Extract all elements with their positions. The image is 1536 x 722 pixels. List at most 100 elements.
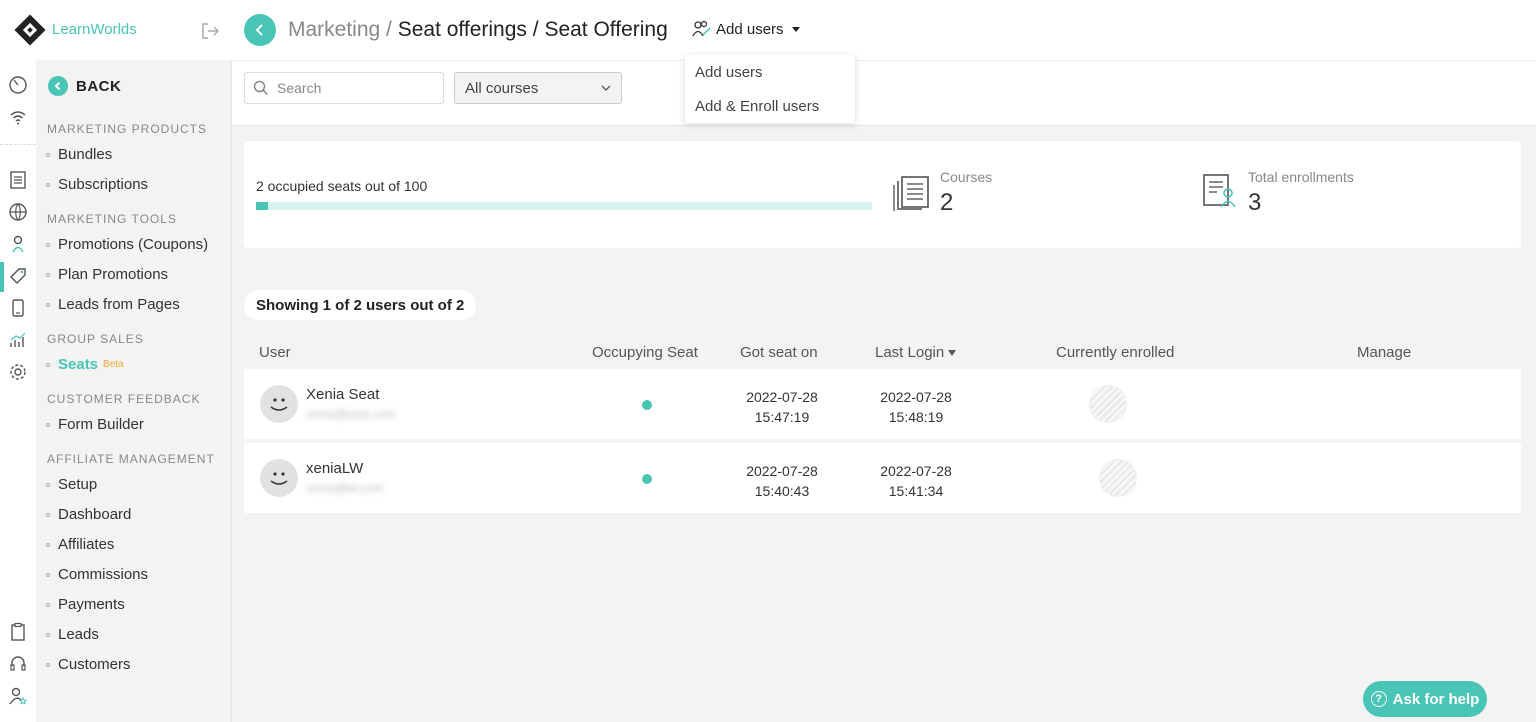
table-row[interactable]: Xenia Seat xenia@seat.com 2022-07-28 15:4…: [244, 369, 1521, 439]
column-header-currently-enrolled: Currently enrolled: [1056, 344, 1175, 361]
breadcrumb-separator: /: [526, 18, 545, 41]
sidebar-item-bundles[interactable]: Bundles: [46, 146, 112, 163]
column-header-last-login[interactable]: Last Login: [875, 344, 957, 361]
user-name[interactable]: Xenia Seat: [306, 386, 379, 403]
occupying-seat-indicator: [642, 474, 652, 484]
section-title-marketing-products: MARKETING PRODUCTS: [47, 122, 208, 136]
seats-progress-bar: [256, 202, 872, 210]
sidebar-item-payments[interactable]: Payments: [46, 596, 125, 613]
page-title: Seat Offering: [544, 18, 668, 41]
search-input[interactable]: [277, 80, 427, 96]
breadcrumb-marketing[interactable]: Marketing: [288, 18, 380, 41]
enrolled-courses-placeholder[interactable]: [1089, 385, 1127, 423]
sidebar-item-label: Bundles: [58, 146, 113, 163]
breadcrumb: Marketing / Seat offerings / Seat Offeri…: [288, 18, 668, 42]
enrolled-courses-placeholder[interactable]: [1099, 459, 1137, 497]
column-header-user: User: [259, 344, 291, 361]
seats-stats-card: 2 occupied seats out of 100 Courses 2 To…: [244, 141, 1521, 248]
last-login-time: 15:48:19: [888, 409, 944, 425]
seat-date-day: 2022-07-28: [746, 463, 818, 479]
settings-icon[interactable]: [8, 362, 28, 382]
sidebar-item-seats[interactable]: Seats Beta: [46, 356, 124, 373]
sidebar-item-label: Leads: [58, 626, 99, 643]
sidebar-item-dashboard[interactable]: Dashboard: [46, 506, 131, 523]
beta-badge: Beta: [103, 359, 124, 370]
last-login-day: 2022-07-28: [880, 389, 952, 405]
sidebar-item-subscriptions[interactable]: Subscriptions: [46, 176, 148, 193]
sidebar-item-form-builder[interactable]: Form Builder: [46, 416, 144, 433]
tag-icon[interactable]: [8, 266, 28, 286]
learnworlds-logo-icon[interactable]: [14, 14, 46, 46]
back-circle-button[interactable]: [244, 14, 276, 46]
globe-icon[interactable]: [8, 202, 28, 222]
seat-date: 2022-07-28 15:47:19: [732, 387, 832, 427]
last-login: 2022-07-28 15:48:19: [866, 387, 966, 427]
breadcrumb-seat-offerings[interactable]: Seat offerings: [398, 18, 527, 41]
pages-icon[interactable]: [8, 170, 28, 190]
sidebar-item-leads-from-pages[interactable]: Leads from Pages: [46, 296, 180, 313]
enrollments-icon: [1203, 174, 1236, 208]
back-button[interactable]: BACK: [48, 76, 121, 96]
breadcrumb-separator: /: [380, 18, 398, 41]
analytics-icon[interactable]: [8, 330, 28, 350]
occupying-seat-indicator: [642, 400, 652, 410]
sidebar-item-plan-promotions[interactable]: Plan Promotions: [46, 266, 168, 283]
sidebar-item-commissions[interactable]: Commissions: [46, 566, 148, 583]
add-users-icon: [692, 20, 711, 37]
sidebar-item-label: Customers: [58, 656, 131, 673]
sidebar-item-label: Setup: [58, 476, 98, 493]
smiley-avatar-icon: [270, 472, 288, 485]
add-users-label: Add users: [716, 20, 784, 38]
clipboard-icon[interactable]: [8, 622, 28, 642]
avatar: [260, 385, 298, 423]
user-star-icon[interactable]: [8, 686, 28, 706]
speedometer-icon[interactable]: [8, 75, 28, 95]
column-header-got-seat-on: Got seat on: [740, 344, 818, 361]
sidebar-item-customers[interactable]: Customers: [46, 656, 131, 673]
seat-date-time: 15:47:19: [754, 409, 810, 425]
rail-divider: [0, 144, 36, 145]
sidebar-item-promotions[interactable]: Promotions (Coupons): [46, 236, 208, 253]
user-name[interactable]: xeniaLW: [306, 460, 363, 477]
section-title-customer-feedback: CUSTOMER FEEDBACK: [47, 392, 201, 406]
sidebar-item-label: Subscriptions: [58, 176, 149, 193]
add-users-dropdown-button[interactable]: Add users: [692, 20, 800, 38]
chevron-left-icon: [48, 76, 68, 96]
sidebar-item-label: Promotions (Coupons): [58, 236, 209, 253]
column-header-label: Last Login: [875, 344, 945, 361]
course-select[interactable]: All courses: [454, 72, 622, 104]
smiley-avatar-icon: [270, 398, 288, 411]
last-login: 2022-07-28 15:41:34: [866, 461, 966, 501]
courses-stat: Courses 2: [892, 169, 992, 217]
menu-item-add-users[interactable]: Add users: [695, 64, 763, 81]
user-email: xenia@seat.com: [306, 407, 396, 421]
sidebar-item-setup[interactable]: Setup: [46, 476, 97, 493]
wifi-icon[interactable]: [8, 107, 28, 127]
courses-icon: [893, 176, 929, 211]
search-icon: [253, 80, 269, 96]
seats-summary: 2 occupied seats out of 100: [256, 178, 428, 194]
enrollments-value: 3: [1248, 189, 1262, 216]
seat-date-time: 15:40:43: [754, 483, 810, 499]
sidebar: BACK MARKETING PRODUCTS Bundles Subscrip…: [36, 60, 232, 722]
menu-item-add-enroll-users[interactable]: Add & Enroll users: [695, 98, 819, 115]
courses-label: Courses: [940, 169, 993, 185]
section-title-marketing-tools: MARKETING TOOLS: [47, 212, 177, 226]
ask-for-help-button[interactable]: ? Ask for help: [1363, 681, 1487, 717]
sort-down-icon: [948, 350, 957, 357]
sidebar-item-label: Leads from Pages: [58, 296, 180, 313]
course-select-value: All courses: [465, 79, 539, 97]
user-icon[interactable]: [8, 234, 28, 254]
headset-icon[interactable]: [8, 654, 28, 674]
table-row[interactable]: xeniaLW xenia@lw.com 2022-07-28 15:40:43 …: [244, 443, 1521, 513]
mobile-icon[interactable]: [8, 298, 28, 318]
sidebar-item-affiliates[interactable]: Affiliates: [46, 536, 114, 553]
logout-icon[interactable]: [200, 22, 220, 40]
sidebar-item-leads[interactable]: Leads: [46, 626, 99, 643]
sidebar-item-label: Plan Promotions: [58, 266, 169, 283]
icon-rail: [0, 0, 36, 722]
top-bar: Marketing / Seat offerings / Seat Offeri…: [232, 0, 1536, 60]
sidebar-item-label: Payments: [58, 596, 125, 613]
column-header-manage: Manage: [1357, 344, 1412, 361]
add-users-menu: Add users Add & Enroll users: [685, 55, 855, 123]
